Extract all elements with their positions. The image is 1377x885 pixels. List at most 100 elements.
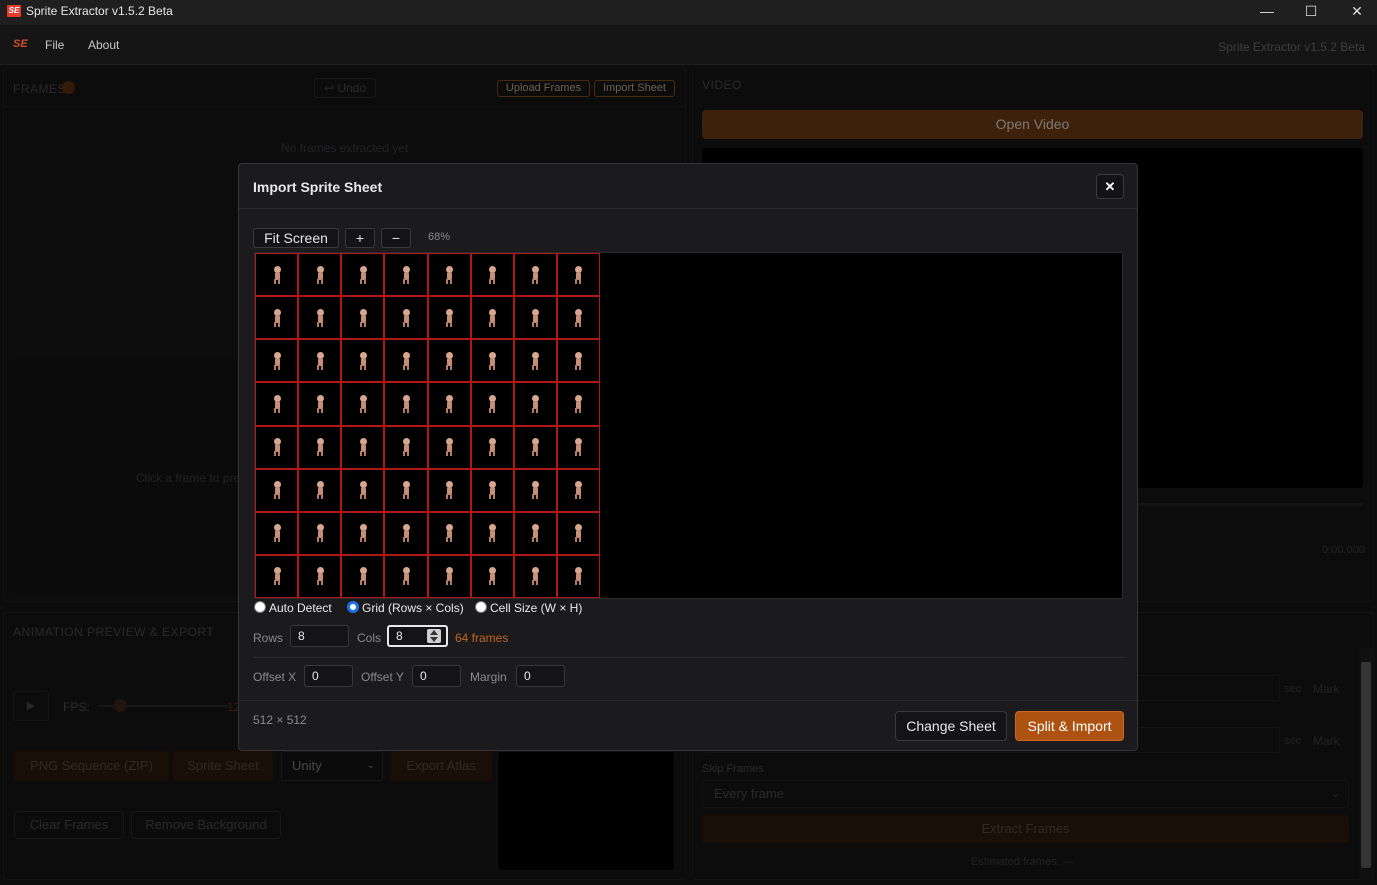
- offset-x-input[interactable]: 0: [304, 665, 353, 687]
- sprite-figure-icon: [445, 351, 454, 370]
- sprite-figure-icon: [445, 394, 454, 413]
- sprite-figure-icon: [488, 481, 497, 500]
- sprite-cell: [513, 554, 557, 598]
- margin-input[interactable]: 0: [516, 665, 565, 687]
- sprite-cell: [384, 425, 428, 469]
- auto-detect-radio[interactable]: [254, 601, 266, 613]
- app-logo-icon: SE: [7, 5, 21, 17]
- zoom-level: 68%: [428, 231, 451, 243]
- menu-file[interactable]: File: [45, 38, 64, 52]
- sprite-figure-icon: [273, 394, 281, 413]
- sprite-figure-icon: [359, 265, 367, 284]
- sprite-figure-icon: [445, 265, 454, 284]
- sprite-cell: [556, 253, 600, 297]
- sprite-figure-icon: [488, 265, 497, 284]
- close-window-icon[interactable]: ✕: [1334, 0, 1377, 25]
- sprite-figure-icon: [531, 308, 540, 327]
- sprite-figure-icon: [402, 308, 410, 327]
- sprite-cell: [255, 425, 299, 469]
- sprite-cell: [556, 468, 600, 512]
- split-import-button[interactable]: Split & Import: [1015, 711, 1124, 741]
- menu-about[interactable]: About: [88, 38, 119, 52]
- sprite-cell: [513, 468, 557, 512]
- sprite-cell: [513, 382, 557, 426]
- frames-count: 64 frames: [455, 631, 509, 645]
- sprite-cell: [470, 253, 514, 297]
- grid-mode-label[interactable]: Grid (Rows × Cols): [362, 601, 464, 615]
- sprite-figure-icon: [316, 265, 324, 284]
- cell-size-radio[interactable]: [475, 601, 487, 613]
- sprite-cell: [255, 468, 299, 512]
- rows-label: Rows: [253, 631, 284, 645]
- sprite-cell: [341, 468, 385, 512]
- import-sprite-sheet-dialog: Import Sprite Sheet ✕ Fit Screen + − 68%…: [238, 163, 1138, 751]
- sprite-figure-icon: [359, 351, 367, 370]
- sprite-figure-icon: [445, 524, 454, 543]
- sprite-cell: [255, 339, 299, 383]
- sprite-figure-icon: [574, 265, 583, 284]
- fit-screen-button[interactable]: Fit Screen: [253, 228, 339, 248]
- sprite-cell: [427, 339, 471, 383]
- cell-size-label[interactable]: Cell Size (W × H): [490, 601, 582, 615]
- sprite-cell: [513, 296, 557, 340]
- sprite-figure-icon: [445, 308, 454, 327]
- sprite-cell: [255, 554, 299, 598]
- sprite-figure-icon: [402, 394, 410, 413]
- sprite-figure-icon: [445, 481, 454, 500]
- sprite-cell: [513, 425, 557, 469]
- offset-y-input[interactable]: 0: [412, 665, 461, 687]
- sprite-cell: [513, 339, 557, 383]
- sprite-cell: [298, 511, 342, 555]
- sprite-figure-icon: [488, 524, 497, 543]
- change-sheet-button[interactable]: Change Sheet: [895, 711, 1007, 741]
- sprite-figure-icon: [273, 481, 281, 500]
- sprite-figure-icon: [316, 308, 324, 327]
- sprite-figure-icon: [316, 524, 324, 543]
- sprite-figure-icon: [445, 567, 454, 586]
- sprite-cell: [470, 425, 514, 469]
- margin-label: Margin: [470, 670, 507, 684]
- sprite-cell: [298, 554, 342, 598]
- sprite-cell: [427, 511, 471, 555]
- sprite-figure-icon: [273, 265, 281, 284]
- cols-input[interactable]: 8: [387, 625, 448, 647]
- sprite-figure-icon: [488, 394, 497, 413]
- sprite-sheet-canvas[interactable]: [254, 252, 1123, 599]
- sheet-dimensions: 512 × 512: [253, 713, 307, 727]
- sprite-figure-icon: [531, 438, 540, 457]
- version-label: Sprite Extractor v1.5.2 Beta: [1218, 40, 1365, 54]
- offset-y-label: Offset Y: [361, 670, 404, 684]
- sprite-cell: [341, 425, 385, 469]
- sprite-figure-icon: [359, 394, 367, 413]
- zoom-out-button[interactable]: −: [381, 228, 411, 248]
- sprite-cell: [427, 253, 471, 297]
- rows-input[interactable]: 8: [290, 625, 349, 647]
- sprite-cell: [298, 296, 342, 340]
- sprite-cell: [470, 296, 514, 340]
- close-icon[interactable]: ✕: [1096, 174, 1124, 199]
- sprite-figure-icon: [316, 481, 324, 500]
- sprite-cell: [341, 382, 385, 426]
- cols-input-value: 8: [396, 629, 403, 643]
- sprite-cell: [513, 253, 557, 297]
- sprite-cell: [384, 554, 428, 598]
- sprite-cell: [341, 511, 385, 555]
- zoom-in-button[interactable]: +: [345, 228, 375, 248]
- offset-x-label: Offset X: [253, 670, 297, 684]
- cols-label: Cols: [357, 631, 382, 645]
- sprite-cell: [298, 425, 342, 469]
- grid-mode-radio[interactable]: [347, 601, 359, 613]
- sprite-figure-icon: [273, 438, 281, 457]
- sprite-cell: [427, 425, 471, 469]
- auto-detect-label[interactable]: Auto Detect: [269, 601, 332, 615]
- sprite-figure-icon: [574, 567, 583, 586]
- sprite-figure-icon: [531, 481, 540, 500]
- sprite-figure-icon: [316, 438, 324, 457]
- maximize-icon[interactable]: ☐: [1288, 0, 1334, 25]
- minimize-icon[interactable]: —: [1244, 0, 1290, 25]
- sprite-cell: [341, 554, 385, 598]
- sprite-figure-icon: [574, 351, 583, 370]
- sprite-cell: [298, 253, 342, 297]
- sprite-cell: [556, 425, 600, 469]
- cols-stepper-icon[interactable]: [427, 629, 441, 643]
